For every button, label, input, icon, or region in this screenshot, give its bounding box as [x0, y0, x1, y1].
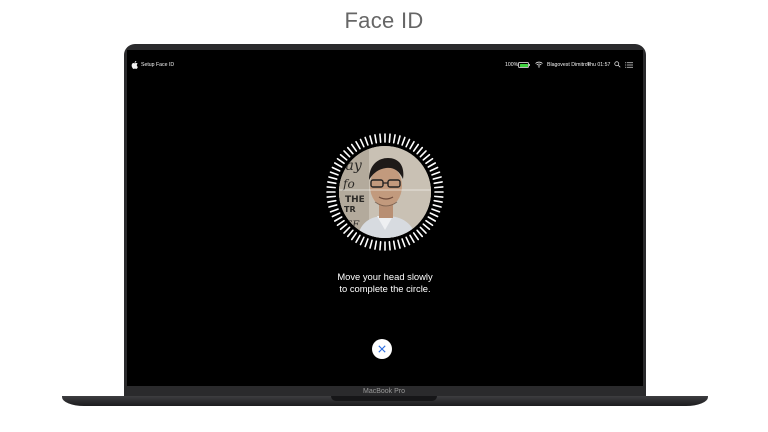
laptop-base-notch — [331, 396, 437, 401]
progress-tick — [331, 212, 341, 218]
progress-tick — [419, 226, 427, 234]
progress-tick — [333, 216, 343, 222]
progress-tick — [374, 134, 378, 144]
progress-tick — [392, 134, 396, 144]
progress-tick — [409, 234, 415, 244]
progress-tick — [329, 171, 339, 176]
progress-tick — [401, 136, 406, 146]
instruction-text: Move your head slowly to complete the ci… — [127, 271, 643, 295]
progress-tick — [429, 212, 439, 218]
progress-tick — [350, 143, 358, 152]
progress-tick — [425, 157, 434, 165]
progress-tick — [355, 140, 361, 150]
progress-tick — [416, 229, 424, 238]
face-scan-ring: lay fo THE TR EF — [320, 127, 450, 257]
menubar-clock[interactable]: Thu 01:57 — [587, 62, 610, 68]
instruction-line-2: to complete the circle. — [339, 283, 431, 294]
progress-tick — [416, 146, 424, 155]
cancel-button[interactable] — [372, 339, 392, 359]
progress-tick — [405, 138, 411, 148]
progress-tick — [405, 236, 411, 246]
progress-tick — [422, 153, 431, 161]
progress-tick — [328, 176, 338, 180]
progress-tick — [409, 140, 415, 150]
progress-tick — [401, 238, 406, 248]
user-menu[interactable]: Blagovest Dimitrov — [547, 62, 590, 68]
progress-tick — [343, 226, 351, 234]
progress-tick — [374, 240, 378, 250]
progress-tick — [419, 150, 427, 158]
progress-tick — [412, 143, 420, 152]
progress-tick — [429, 166, 439, 172]
camera-preview: lay fo THE TR EF — [339, 146, 431, 238]
wifi-icon[interactable] — [535, 61, 543, 68]
progress-tick — [412, 232, 420, 241]
progress-tick — [329, 208, 339, 213]
progress-tick — [346, 146, 354, 155]
progress-tick — [339, 223, 348, 231]
progress-tick — [364, 238, 369, 248]
progress-tick — [397, 239, 401, 249]
progress-tick — [427, 162, 437, 168]
progress-tick — [432, 176, 442, 180]
progress-tick — [364, 136, 369, 146]
progress-tick — [433, 199, 443, 203]
svg-text:THE: THE — [345, 195, 365, 205]
progress-tick — [326, 195, 336, 198]
apple-icon[interactable] — [131, 61, 138, 69]
instruction-line-1: Move your head slowly — [337, 271, 433, 282]
progress-tick — [434, 186, 444, 189]
progress-tick — [355, 234, 361, 244]
progress-tick — [427, 216, 437, 222]
battery-fill — [519, 63, 528, 67]
progress-tick — [392, 240, 396, 250]
progress-tick — [331, 166, 341, 172]
menu-bar: Setup Face ID 100% Blagovest Dimitrov Th… — [127, 60, 643, 72]
progress-tick — [359, 236, 365, 246]
battery-percent: 100% — [505, 62, 519, 68]
progress-tick — [350, 232, 358, 241]
progress-tick — [388, 241, 391, 251]
progress-tick — [327, 181, 337, 185]
progress-tick — [326, 186, 336, 189]
battery-icon[interactable] — [518, 62, 531, 68]
progress-tick — [369, 239, 373, 249]
progress-tick — [379, 241, 382, 251]
page-title: Face ID — [344, 8, 424, 33]
search-icon[interactable] — [614, 61, 621, 68]
progress-tick — [346, 229, 354, 238]
progress-tick — [431, 171, 441, 176]
progress-tick — [328, 204, 338, 208]
progress-tick — [336, 219, 345, 227]
progress-tick — [433, 181, 443, 185]
app-menu-title[interactable]: Setup Face ID — [141, 62, 174, 68]
progress-tick — [432, 204, 442, 208]
progress-tick — [397, 135, 401, 145]
progress-tick — [434, 195, 444, 198]
progress-tick — [343, 150, 351, 158]
progress-tick — [431, 208, 441, 213]
progress-tick — [333, 162, 343, 168]
screen: Setup Face ID 100% Blagovest Dimitrov Th… — [127, 50, 643, 386]
progress-tick — [359, 138, 365, 148]
progress-tick — [422, 223, 431, 231]
list-icon[interactable] — [625, 62, 633, 68]
svg-text:TR: TR — [344, 205, 356, 214]
progress-tick — [369, 135, 373, 145]
progress-tick — [339, 153, 348, 161]
close-icon — [378, 345, 386, 353]
svg-text:fo: fo — [342, 177, 355, 191]
progress-tick — [327, 199, 337, 203]
progress-tick — [379, 133, 382, 143]
progress-tick — [388, 133, 391, 143]
progress-tick — [336, 157, 345, 165]
model-label: MacBook Pro — [362, 388, 406, 395]
progress-tick — [425, 219, 434, 227]
